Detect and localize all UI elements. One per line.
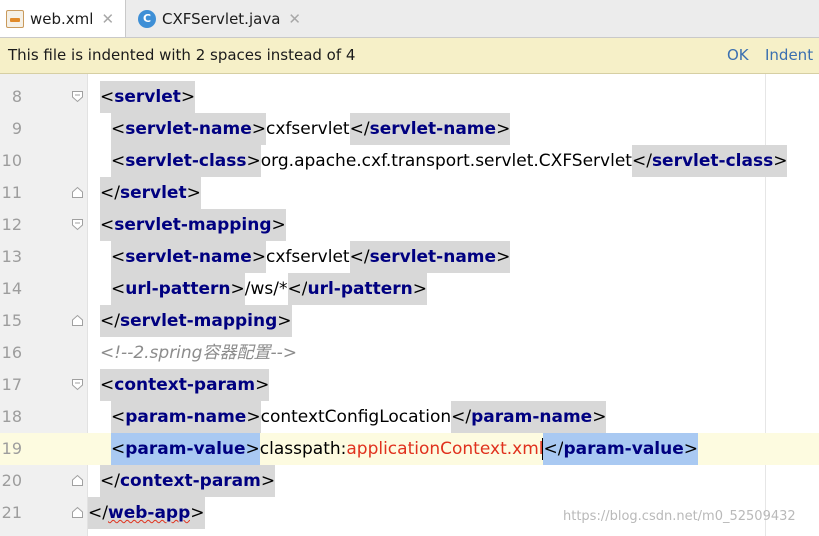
code-line[interactable]: 13 <servlet-name>cxfservlet</servlet-nam… bbox=[0, 241, 819, 273]
indent-notification-banner: This file is indented with 2 spaces inst… bbox=[0, 38, 819, 74]
code-text: <url-pattern>/ws/*</url-pattern> bbox=[111, 273, 428, 305]
fold-end-icon[interactable] bbox=[71, 314, 84, 327]
code-line[interactable]: 15 </servlet-mapping> bbox=[0, 305, 819, 337]
line-number: 9 bbox=[11, 119, 22, 138]
editor-tab-bar: web.xml ✕ C CXFServlet.java ✕ bbox=[0, 0, 819, 38]
code-line[interactable]: 17 <context-param> bbox=[0, 369, 819, 401]
code-line[interactable]: 8 <servlet> bbox=[0, 81, 819, 113]
tab-label: web.xml bbox=[30, 9, 94, 28]
code-line[interactable]: 18 <param-name>contextConfigLocation</pa… bbox=[0, 401, 819, 433]
tab-label: CXFServlet.java bbox=[162, 9, 281, 28]
tab-web-xml[interactable]: web.xml ✕ bbox=[0, 0, 126, 37]
code-line[interactable]: 9 <servlet-name>cxfservlet</servlet-name… bbox=[0, 113, 819, 145]
code-text: <servlet-class>org.apache.cxf.transport.… bbox=[111, 145, 788, 177]
code-line[interactable]: 16 <!--2.spring容器配置--> bbox=[0, 337, 819, 369]
fold-open-icon[interactable] bbox=[71, 90, 84, 103]
code-text: <param-name>contextConfigLocation</param… bbox=[111, 401, 607, 433]
line-number: 8 bbox=[11, 87, 22, 106]
ok-button[interactable]: OK bbox=[727, 46, 749, 64]
line-number: 16 bbox=[1, 343, 22, 362]
fold-end-icon[interactable] bbox=[71, 474, 84, 487]
line-number: 19 bbox=[1, 439, 22, 458]
fold-end-icon[interactable] bbox=[71, 186, 84, 199]
code-line[interactable]: 10 <servlet-class>org.apache.cxf.transpo… bbox=[0, 145, 819, 177]
code-text: <servlet-mapping> bbox=[100, 209, 286, 241]
line-number: 14 bbox=[1, 279, 22, 298]
code-line[interactable]: 12 <servlet-mapping> bbox=[0, 209, 819, 241]
line-number: 21 bbox=[1, 503, 22, 522]
code-text: <servlet-name>cxfservlet</servlet-name> bbox=[111, 113, 511, 145]
line-number: 13 bbox=[1, 247, 22, 266]
code-line[interactable]: 20 </context-param> bbox=[0, 465, 819, 497]
line-number: 17 bbox=[1, 375, 22, 394]
code-text: </web-app> bbox=[88, 497, 205, 529]
indent-button[interactable]: Indent bbox=[765, 46, 813, 64]
comment-text: <!--2.spring容器配置--> bbox=[100, 343, 297, 363]
code-editor[interactable]: 8 <servlet> 9 <servlet-name>cxfservlet</… bbox=[0, 74, 819, 536]
fold-open-icon[interactable] bbox=[71, 218, 84, 231]
code-text: </servlet-mapping> bbox=[100, 305, 292, 337]
line-number: 12 bbox=[1, 215, 22, 234]
java-class-icon: C bbox=[138, 9, 156, 28]
line-number: 11 bbox=[1, 183, 22, 202]
line-number: 20 bbox=[1, 471, 22, 490]
code-line[interactable]: 11 </servlet> bbox=[0, 177, 819, 209]
xml-file-icon bbox=[6, 9, 24, 28]
line-number: 18 bbox=[1, 407, 22, 426]
line-number: 10 bbox=[1, 151, 22, 170]
line-number: 15 bbox=[1, 311, 22, 330]
banner-message: This file is indented with 2 spaces inst… bbox=[8, 46, 356, 64]
code-text: <servlet> bbox=[100, 81, 196, 113]
close-icon[interactable]: ✕ bbox=[288, 10, 301, 28]
code-line[interactable]: 14 <url-pattern>/ws/*</url-pattern> bbox=[0, 273, 819, 305]
watermark-text: https://blog.csdn.net/m0_52509432 bbox=[563, 509, 796, 524]
close-icon[interactable]: ✕ bbox=[101, 10, 114, 28]
code-text: <servlet-name>cxfservlet</servlet-name> bbox=[111, 241, 511, 273]
current-code-line[interactable]: 19 <param-value>classpath:applicationCon… bbox=[0, 433, 819, 465]
fold-end-icon[interactable] bbox=[71, 506, 84, 519]
code-text: <context-param> bbox=[100, 369, 270, 401]
code-text: <param-value>classpath:applicationContex… bbox=[111, 433, 698, 465]
tab-cxfservlet-java[interactable]: C CXFServlet.java ✕ bbox=[138, 0, 328, 37]
code-text: </context-param> bbox=[100, 465, 276, 497]
code-text: </servlet> bbox=[100, 177, 201, 209]
fold-open-icon[interactable] bbox=[71, 378, 84, 391]
